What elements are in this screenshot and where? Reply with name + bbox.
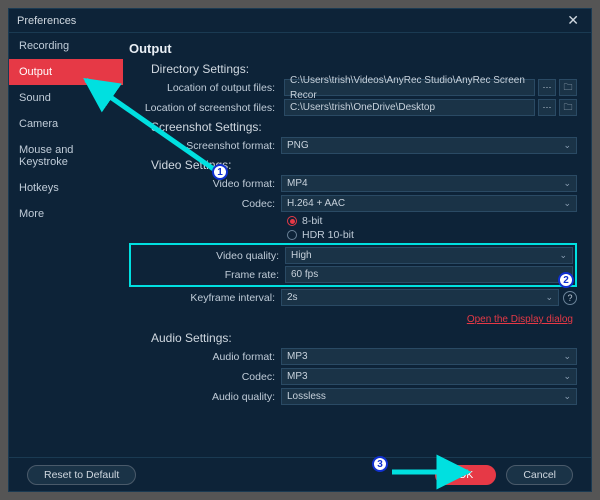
output-path-label: Location of output files:	[129, 82, 281, 94]
sidebar-item-more[interactable]: More	[9, 201, 123, 227]
audio-quality-select[interactable]: Lossless⌄	[281, 388, 577, 405]
sidebar-item-output[interactable]: Output	[9, 59, 123, 85]
ok-button[interactable]: OK	[435, 465, 496, 485]
footer: Reset to Default OK Cancel	[9, 457, 591, 491]
chevron-down-icon: ⌄	[563, 349, 571, 364]
screenshot-format-label: Screenshot format:	[129, 140, 281, 152]
sidebar-item-camera[interactable]: Camera	[9, 111, 123, 137]
window-title: Preferences	[17, 15, 76, 27]
audio-format-label: Audio format:	[129, 351, 281, 363]
video-codec-select[interactable]: H.264 + AAC⌄	[281, 195, 577, 212]
video-quality-select[interactable]: High⌄	[285, 247, 573, 264]
browse-output-button[interactable]: ⋯	[538, 79, 556, 96]
audio-format-select[interactable]: MP3⌄	[281, 348, 577, 365]
chevron-down-icon: ⌄	[559, 248, 567, 263]
chevron-down-icon: ⌄	[563, 138, 571, 153]
help-icon[interactable]: ?	[563, 291, 577, 305]
sidebar: Recording Output Sound Camera Mouse and …	[9, 33, 123, 457]
keyframe-label: Keyframe interval:	[129, 292, 281, 304]
preferences-window: Preferences ✕ Recording Output Sound Cam…	[8, 8, 592, 492]
video-codec-label: Codec:	[129, 198, 281, 210]
sidebar-item-mouse-keystroke[interactable]: Mouse and Keystroke	[9, 137, 123, 175]
open-display-dialog-link[interactable]: Open the Display dialog	[467, 314, 573, 325]
chevron-down-icon: ⌄	[563, 389, 571, 404]
audio-quality-label: Audio quality:	[129, 391, 281, 403]
section-audio: Audio Settings:	[151, 331, 577, 345]
screenshot-path-label: Location of screenshot files:	[129, 102, 281, 114]
page-title: Output	[129, 41, 577, 56]
chevron-down-icon: ⌄	[545, 290, 553, 305]
radio-8bit[interactable]: 8-bit	[129, 215, 577, 227]
chevron-down-icon: ⌄	[563, 176, 571, 191]
frame-rate-label: Frame rate:	[133, 269, 285, 281]
chevron-down-icon: ⌄	[563, 369, 571, 384]
section-screenshot: Screenshot Settings:	[151, 120, 577, 134]
section-video: Video Settings:	[151, 158, 577, 172]
radio-hdr10bit[interactable]: HDR 10-bit	[129, 229, 577, 241]
frame-rate-select[interactable]: 60 fps⌄	[285, 266, 573, 283]
audio-codec-select[interactable]: MP3⌄	[281, 368, 577, 385]
open-screenshot-folder-button[interactable]: 🗀	[559, 99, 577, 116]
folder-icon: 🗀	[563, 80, 572, 96]
chevron-down-icon: ⌄	[563, 196, 571, 211]
titlebar: Preferences ✕	[9, 9, 591, 33]
video-format-label: Video format:	[129, 178, 281, 190]
open-output-folder-button[interactable]: 🗀	[559, 79, 577, 96]
browse-screenshot-button[interactable]: ⋯	[538, 99, 556, 116]
close-icon[interactable]: ✕	[563, 12, 583, 29]
output-path-field[interactable]: C:\Users\trish\Videos\AnyRec Studio\AnyR…	[284, 79, 535, 96]
audio-codec-label: Codec:	[129, 371, 281, 383]
folder-icon: 🗀	[563, 100, 572, 116]
main-panel: Output Directory Settings: Location of o…	[123, 33, 591, 457]
chevron-down-icon: ⌄	[559, 267, 567, 282]
keyframe-select[interactable]: 2s⌄	[281, 289, 559, 306]
sidebar-item-recording[interactable]: Recording	[9, 33, 123, 59]
video-quality-label: Video quality:	[133, 250, 285, 262]
screenshot-path-field[interactable]: C:\Users\trish\OneDrive\Desktop	[284, 99, 535, 116]
radio-icon	[287, 230, 297, 240]
cancel-button[interactable]: Cancel	[506, 465, 573, 485]
radio-icon	[287, 216, 297, 226]
reset-to-default-button[interactable]: Reset to Default	[27, 465, 136, 485]
sidebar-item-sound[interactable]: Sound	[9, 85, 123, 111]
screenshot-format-select[interactable]: PNG⌄	[281, 137, 577, 154]
sidebar-item-hotkeys[interactable]: Hotkeys	[9, 175, 123, 201]
video-format-select[interactable]: MP4⌄	[281, 175, 577, 192]
highlight-box: Video quality: High⌄ Frame rate: 60 fps⌄	[129, 243, 577, 287]
